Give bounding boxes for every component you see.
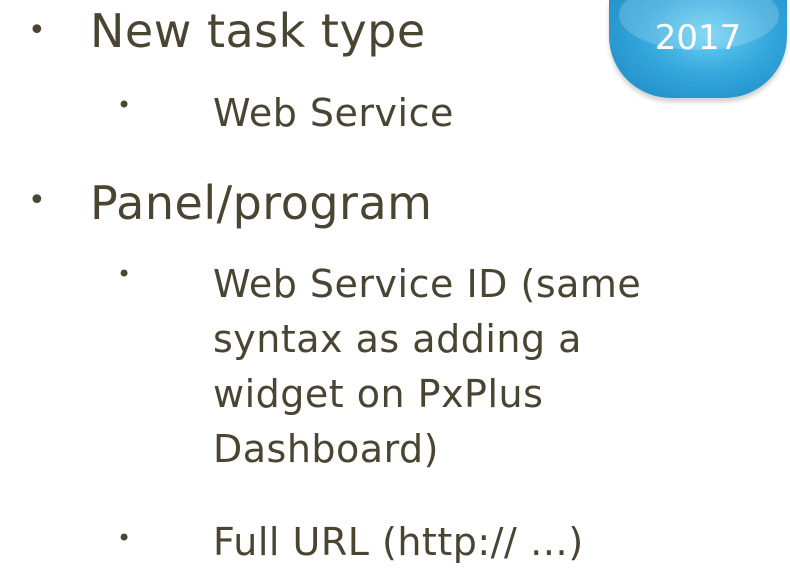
bullet-dot-icon: • [117,260,132,288]
bullet-panel-program: Panel/program [90,176,433,230]
year-badge: 2017 [609,0,787,98]
year-badge-label: 2017 [654,18,742,58]
sub-bullet-web-service: Web Service [213,91,454,135]
sub-bullet-web-service-id-line-4: Dashboard) [213,427,439,471]
sub-bullet-web-service-id-line-2: syntax as adding a [213,317,582,361]
sub-bullet-full-url: Full URL (http:// …) [213,520,584,564]
bullet-dot-icon: • [28,13,46,48]
sub-bullet-web-service-id-line-3: widget on PxPlus [213,372,544,416]
sub-bullet-web-service-id-line-1: Web Service ID (same [213,262,642,306]
bullet-dot-icon: • [28,183,46,218]
bullet-new-task-type: New task type [90,4,426,58]
bullet-dot-icon: • [117,524,132,552]
bullet-dot-icon: • [117,91,132,119]
